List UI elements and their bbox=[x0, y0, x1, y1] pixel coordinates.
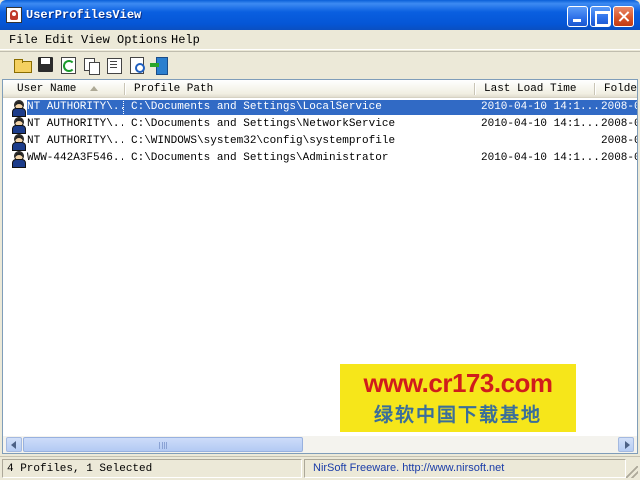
resize-grip-icon[interactable] bbox=[626, 466, 638, 478]
status-credit-panel: NirSoft Freeware. http://www.nirsoft.net bbox=[304, 459, 626, 478]
close-button[interactable] bbox=[613, 6, 634, 27]
cell-last-load-time: 2010-04-10 14:1... bbox=[481, 118, 600, 130]
column-last-load-time[interactable]: Last Load Time bbox=[484, 83, 576, 95]
watermark: www.cr173.com 绿软中国下载基地 bbox=[340, 364, 576, 432]
open-folder-icon[interactable] bbox=[13, 56, 32, 74]
column-divider[interactable] bbox=[124, 83, 125, 95]
horizontal-scrollbar[interactable] bbox=[3, 436, 637, 453]
save-icon[interactable] bbox=[37, 56, 55, 74]
cell-profile-path: C:\Documents and Settings\NetworkService bbox=[131, 118, 396, 130]
menu-file[interactable]: File bbox=[9, 33, 38, 47]
copy-icon[interactable] bbox=[82, 56, 100, 75]
table-row[interactable]: NT AUTHORITY\... C:\WINDOWS\system32\con… bbox=[3, 133, 638, 151]
nirsoft-link[interactable]: NirSoft Freeware. http://www.nirsoft.net bbox=[313, 462, 504, 474]
menu-help[interactable]: Help bbox=[171, 33, 200, 47]
column-divider[interactable] bbox=[594, 83, 595, 95]
menu-edit[interactable]: Edit bbox=[45, 33, 74, 47]
toolbar bbox=[0, 51, 640, 77]
user-icon bbox=[11, 151, 26, 168]
menu-bar: File Edit View Options Help bbox=[0, 30, 640, 50]
cell-folder: 2008-0 bbox=[601, 135, 638, 147]
cell-profile-path: C:\Documents and Settings\LocalService bbox=[131, 101, 382, 113]
cell-folder: 2008-0 bbox=[601, 152, 638, 164]
table-row[interactable]: NT AUTHORITY\... C:\Documents and Settin… bbox=[3, 116, 638, 134]
status-summary-panel: 4 Profiles, 1 Selected bbox=[2, 459, 302, 478]
user-icon bbox=[11, 134, 26, 151]
user-icon bbox=[11, 100, 26, 117]
minimize-button[interactable] bbox=[567, 6, 588, 27]
status-bar: 4 Profiles, 1 Selected NirSoft Freeware.… bbox=[0, 456, 640, 480]
exit-icon[interactable] bbox=[150, 56, 168, 75]
menu-options[interactable]: Options bbox=[117, 33, 167, 47]
maximize-button[interactable] bbox=[590, 6, 611, 27]
cell-last-load-time: 2010-04-10 14:1... bbox=[481, 101, 600, 113]
app-icon[interactable] bbox=[6, 7, 22, 23]
column-folder[interactable]: Folde bbox=[604, 83, 637, 95]
cell-profile-path: C:\Documents and Settings\Administrator bbox=[131, 152, 389, 164]
cell-folder: 2008-0 bbox=[601, 118, 638, 130]
watermark-url: www.cr173.com bbox=[363, 368, 553, 398]
cell-folder: 2008-0 bbox=[601, 101, 638, 113]
refresh-icon[interactable] bbox=[59, 56, 77, 74]
table-row[interactable]: NT AUTHORITY\... C:\Documents and Settin… bbox=[3, 99, 638, 117]
cell-last-load-time: 2010-04-10 14:1... bbox=[481, 152, 600, 164]
cell-user-name: NT AUTHORITY\... bbox=[27, 118, 123, 130]
watermark-text: 绿软中国下载基地 bbox=[373, 404, 542, 426]
menu-view[interactable]: View bbox=[81, 33, 110, 47]
scroll-right-button[interactable] bbox=[618, 437, 634, 452]
find-icon[interactable] bbox=[128, 56, 146, 74]
grip-icon bbox=[159, 442, 167, 449]
cell-user-name: WWW-442A3F546... bbox=[27, 152, 123, 164]
list-header: User Name Profile Path Last Load Time Fo… bbox=[3, 80, 637, 98]
scroll-thumb[interactable] bbox=[23, 437, 303, 452]
properties-icon[interactable] bbox=[105, 56, 123, 74]
cell-user-name: NT AUTHORITY\... bbox=[26, 99, 124, 116]
column-profile-path[interactable]: Profile Path bbox=[134, 83, 213, 95]
column-divider[interactable] bbox=[474, 83, 475, 95]
status-summary: 4 Profiles, 1 Selected bbox=[7, 463, 153, 475]
title-bar[interactable]: UserProfilesView bbox=[0, 0, 640, 30]
scroll-left-button[interactable] bbox=[6, 437, 22, 452]
sort-arrow-icon bbox=[90, 86, 98, 91]
user-icon bbox=[11, 117, 26, 134]
window-title: UserProfilesView bbox=[26, 8, 142, 22]
cell-user-name: NT AUTHORITY\... bbox=[27, 135, 123, 147]
table-row[interactable]: WWW-442A3F546... C:\Documents and Settin… bbox=[3, 150, 638, 168]
cell-profile-path: C:\WINDOWS\system32\config\systemprofile bbox=[131, 135, 396, 147]
column-user-name[interactable]: User Name bbox=[17, 83, 76, 95]
